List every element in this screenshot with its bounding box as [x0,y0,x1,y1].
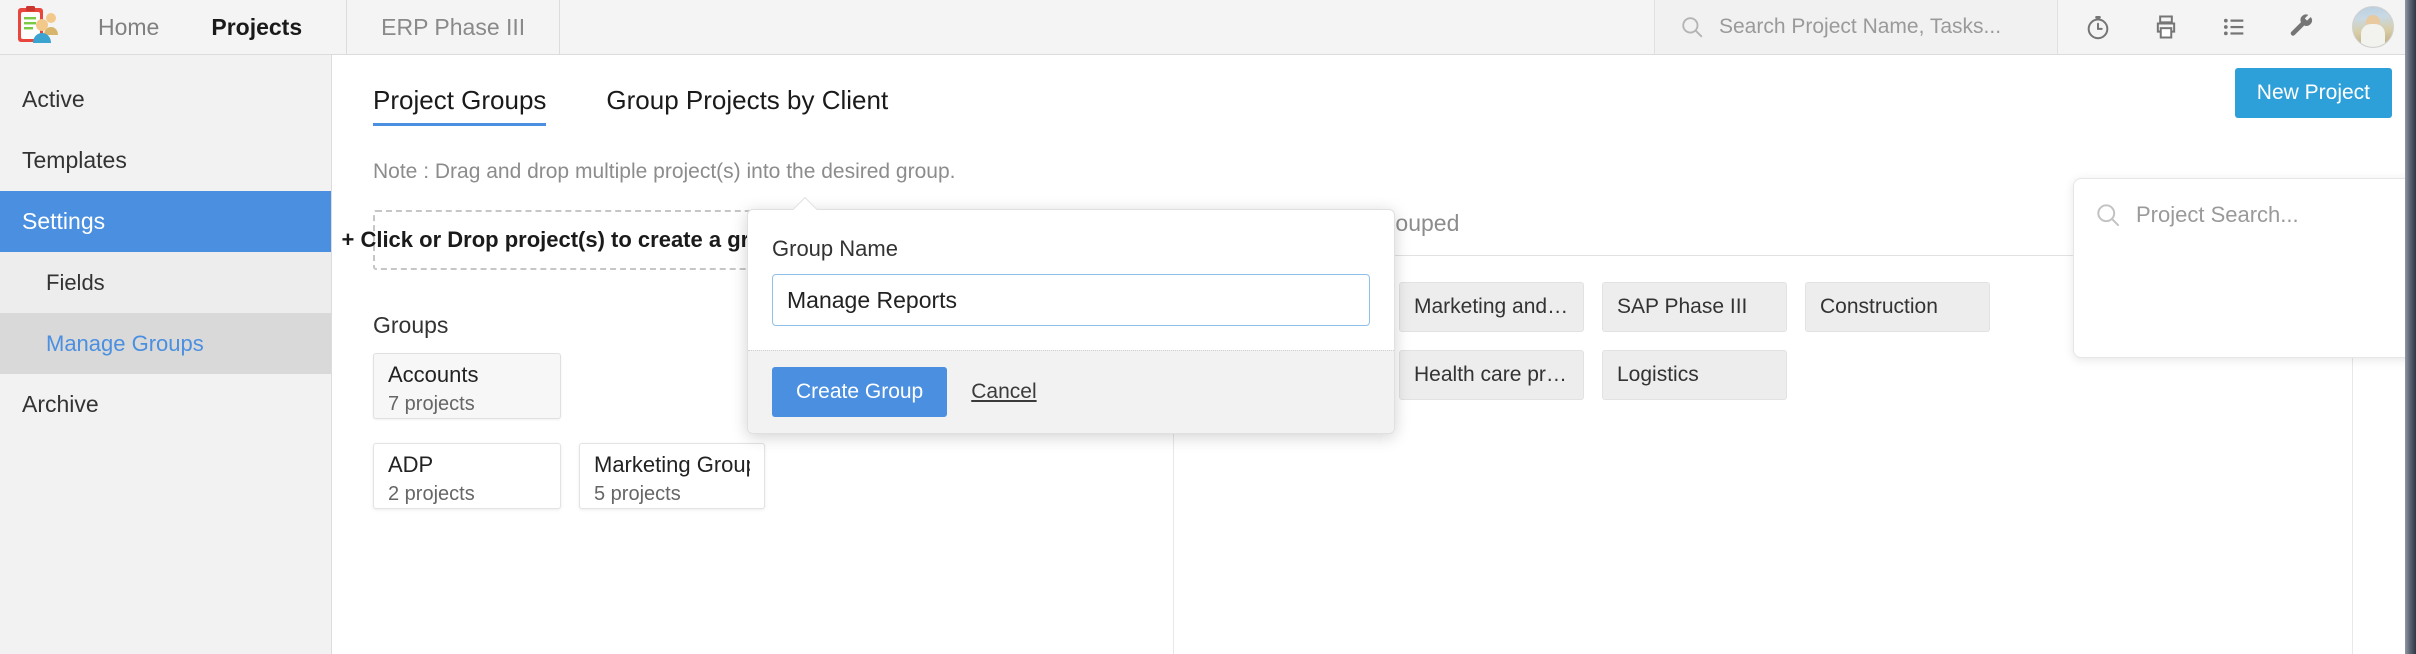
avatar [2352,6,2394,48]
new-project-button[interactable]: New Project [2234,68,2392,118]
group-name-input[interactable] [772,274,1370,326]
project-context-tab[interactable]: ERP Phase III [347,0,561,54]
tab-project-groups[interactable]: Project Groups [373,85,547,126]
window-edge-scrollbar[interactable] [2405,0,2416,654]
app-logo[interactable] [0,0,72,54]
list-icon [2223,18,2244,36]
application-window: Home Projects ERP Phase III Search Proje… [0,0,2416,654]
tab-group-projects-by-client[interactable]: Group Projects by Client [606,85,888,116]
print-icon [2156,15,2176,39]
group-card[interactable]: Marketing Group 5 projects [579,443,765,509]
wrench-icon [2290,14,2313,36]
search-icon [2097,204,2120,227]
top-navigation-bar: Home Projects ERP Phase III Search Proje… [0,0,2416,55]
project-chip[interactable]: Marketing and Sales [1399,282,1584,332]
sidebar-item-label: Archive [22,391,99,417]
group-card-count: 7 projects [388,393,475,415]
clipboard-people-icon [18,6,58,43]
nav-link-home[interactable]: Home [72,0,185,55]
popover-footer: Create Group Cancel [748,350,1394,433]
primary-nav: Home Projects [72,0,328,54]
project-chip[interactable]: Logistics [1602,350,1787,400]
group-card-count: 5 projects [594,483,681,505]
main-content: Project Groups Group Projects by Client … [333,55,2416,654]
settings-wrench-button[interactable] [2268,0,2336,55]
group-card-list-row2: ADP 2 projects Marketing Group 5 project… [373,443,933,509]
create-group-dropzone[interactable]: + Click or Drop project(s) to create a g… [341,210,790,270]
sidebar-item-label: Settings [22,208,106,234]
nav-link-projects[interactable]: Projects [185,0,328,55]
sidebar-item-label: Fields [46,269,105,295]
search-icon [1682,17,1703,38]
group-card[interactable]: ADP 2 projects [373,443,561,509]
popover-body: Group Name [748,210,1394,350]
project-chip[interactable]: Construction [1805,282,1990,332]
sidebar-item-fields[interactable]: Fields [0,252,331,313]
sidebar-item-templates[interactable]: Templates [0,130,331,191]
group-card[interactable]: Accounts 7 projects [373,353,561,419]
sidebar-item-label: Active [22,86,85,112]
sidebar-item-archive[interactable]: Archive [0,374,331,435]
list-button[interactable] [2200,0,2268,55]
timer-icon [2087,16,2109,40]
timer-button[interactable] [2064,0,2132,55]
project-chip[interactable]: SAP Phase III [1602,282,1787,332]
project-search-placeholder: Project Search... [2136,202,2299,227]
global-search-placeholder: Search Project Name, Tasks... [1719,15,2002,38]
project-chip[interactable]: Health care project [1399,350,1584,400]
sidebar-item-active[interactable]: Active [0,69,331,130]
sidebar-item-manage-groups[interactable]: Manage Groups [0,313,331,374]
group-card-name: Marketing Group [594,452,750,477]
group-card-name: Accounts [388,362,479,387]
project-search-panel: Project Search... [2073,178,2416,358]
create-group-button[interactable]: Create Group [772,367,948,417]
project-search-row[interactable]: Project Search... [2094,201,2416,229]
sidebar-item-label: Templates [22,147,127,173]
left-sidebar: Active Templates Settings Fields Manage … [0,55,332,654]
cancel-link[interactable]: Cancel [971,380,1036,404]
group-card-name: ADP [388,452,434,477]
content-tabs: Project Groups Group Projects by Client [373,85,888,126]
global-search-bar[interactable]: Search Project Name, Tasks... [1654,0,2058,54]
popover-arrow [793,197,817,210]
drag-drop-note: Note : Drag and drop multiple project(s)… [373,160,956,183]
sidebar-item-label: Manage Groups [46,330,204,356]
user-avatar-button[interactable] [2336,0,2410,55]
create-group-popover: Group Name Create Group Cancel [747,209,1395,434]
print-button[interactable] [2132,0,2200,55]
group-card-count: 2 projects [388,483,475,505]
group-name-label: Group Name [772,236,898,261]
sidebar-item-settings[interactable]: Settings [0,191,331,252]
topbar-icon-tray [2058,0,2416,54]
